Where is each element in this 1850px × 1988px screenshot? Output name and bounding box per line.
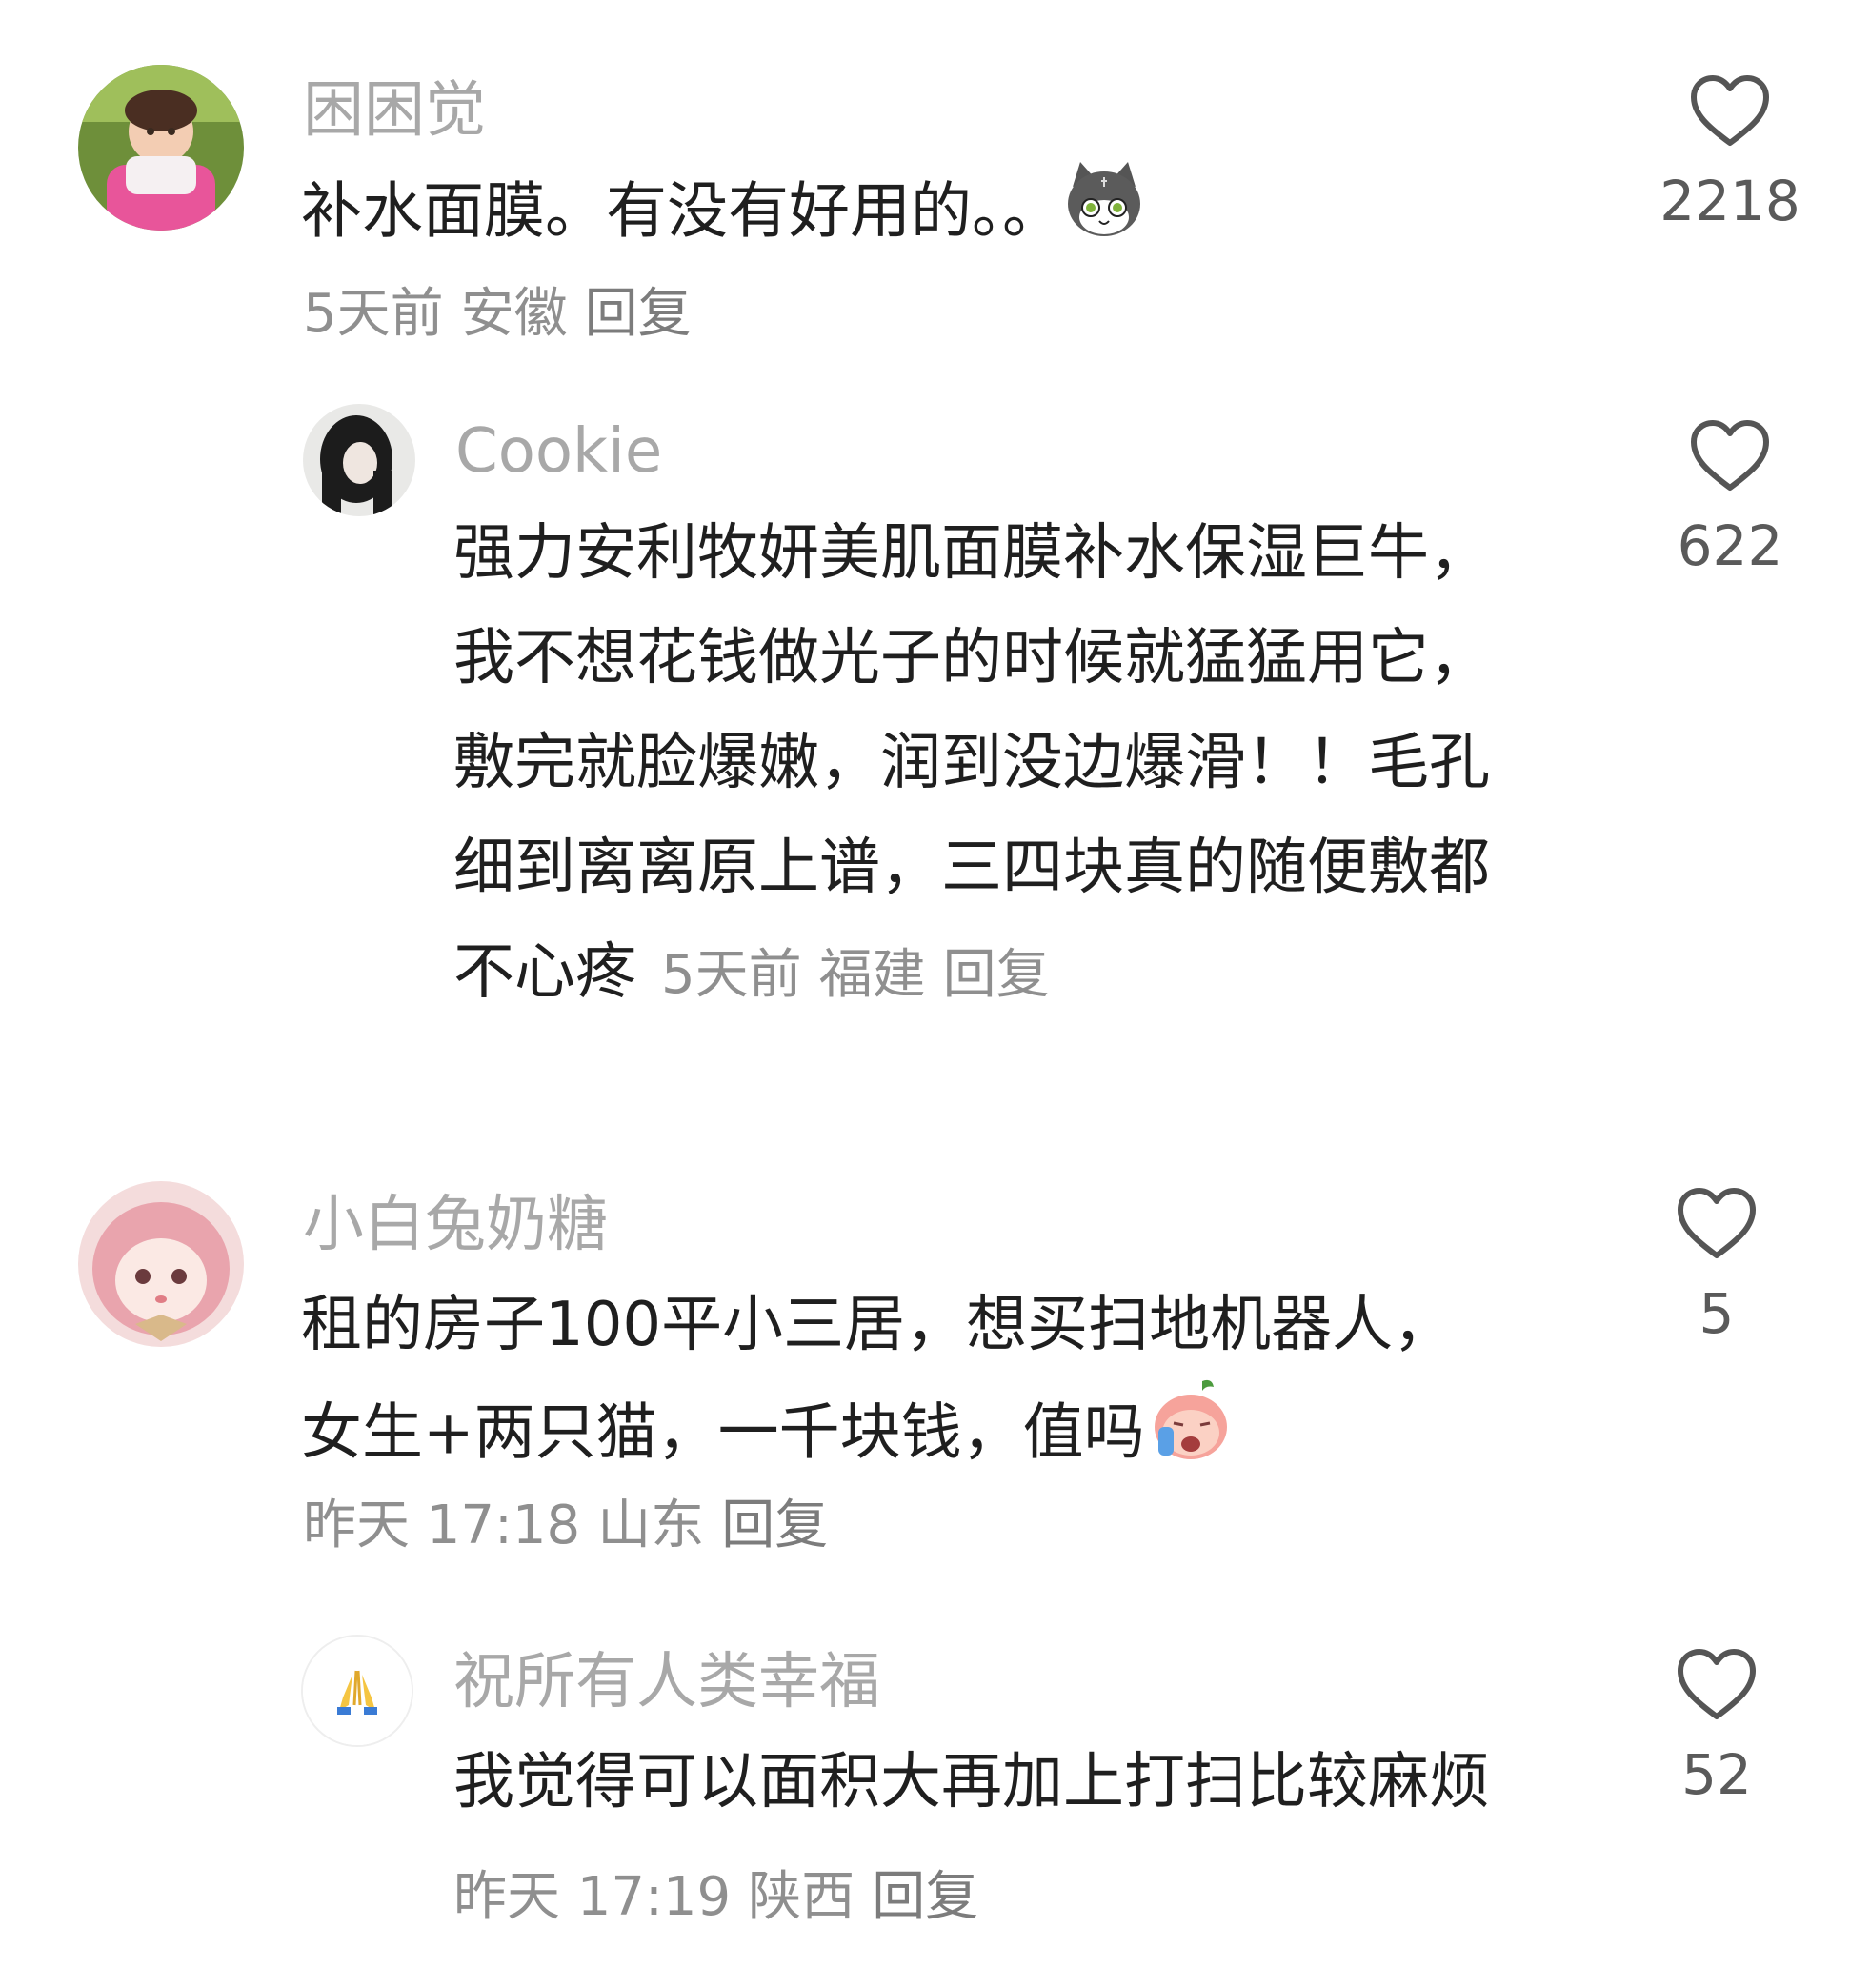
reply-time: 昨天 17:19 (453, 1866, 732, 1928)
comment-location: 山东 (597, 1495, 705, 1556)
heart-outline-icon (1691, 420, 1769, 491)
avatar[interactable] (303, 404, 415, 516)
reply-text-line: 强力安利牧妍美肌面膜补水保湿巨牛， (453, 518, 1490, 589)
comment-meta: 5天前 安徽 回复 (303, 288, 709, 341)
heart-outline-icon (1691, 75, 1769, 146)
reply-button[interactable]: 回复 (943, 944, 1050, 1006)
reply-text: 我觉得可以面积大再加上打扫比较麻烦 (453, 1747, 1490, 1817)
comment-time: 昨天 17:18 (303, 1495, 581, 1556)
like-button[interactable]: 52 (1621, 1648, 1812, 1802)
reply-button[interactable]: 回复 (585, 283, 692, 345)
like-count: 52 (1681, 1742, 1752, 1807)
comment-username[interactable]: 小白兔奶糖 (303, 1195, 608, 1255)
reply-meta: 5天前 福建 回复 (661, 944, 1067, 1006)
avatar[interactable] (78, 65, 244, 231)
reply-meta: 昨天 17:19 陕西 回复 (453, 1871, 995, 1924)
reply-button[interactable]: 回复 (721, 1495, 828, 1556)
comment-text: 补水面膜。有没有好用的。。 (301, 158, 1145, 272)
reply-username[interactable]: 祝所有人类幸福 (453, 1652, 880, 1713)
like-button[interactable]: 622 (1635, 419, 1825, 573)
reply-text-line: 敷完就脸爆嫩，润到没边爆滑！！毛孔 (453, 728, 1490, 798)
reply-time: 5天前 (661, 944, 802, 1006)
crying-emoji-icon (1145, 1377, 1231, 1496)
comment-time: 5天前 (303, 283, 444, 345)
avatar[interactable] (78, 1181, 244, 1347)
reply-text: 强力安利牧妍美肌面膜补水保湿巨牛， 我不想花钱做光子的时候就猛猛用它， 敷完就脸… (453, 501, 1597, 1028)
comment-text-line: 女生+两只猫，一千块钱，值吗 (301, 1397, 1145, 1469)
like-count: 622 (1677, 513, 1783, 578)
reply-location: 陕西 (748, 1866, 855, 1928)
cat-emoji-icon (1063, 158, 1145, 272)
comment-text-line: 租的房子100平小三居，想买扫地机器人， (301, 1290, 1455, 1360)
comment-meta: 昨天 17:18 山东 回复 (303, 1499, 845, 1553)
like-button[interactable]: 2218 (1635, 74, 1825, 229)
like-button[interactable]: 5 (1621, 1187, 1812, 1341)
comment-username[interactable]: 困困觉 (303, 80, 486, 141)
like-count: 5 (1699, 1281, 1735, 1346)
reply-button[interactable]: 回复 (872, 1866, 978, 1928)
comment-location: 安徽 (460, 283, 568, 345)
comment-text-content: 补水面膜。有没有好用的。。 (301, 176, 1063, 248)
reply-text-line: 细到离离原上谱，三四块真的随便敷都 (453, 833, 1490, 903)
avatar[interactable] (301, 1635, 413, 1747)
reply-username[interactable]: Cookie (455, 421, 662, 482)
reply-location: 福建 (818, 944, 926, 1006)
heart-outline-icon (1678, 1649, 1756, 1719)
reply-text-line: 不心疼 (453, 937, 636, 1008)
heart-outline-icon (1678, 1188, 1756, 1258)
comment-text: 租的房子100平小三居，想买扫地机器人， 女生+两只猫，一千块钱，值吗 (301, 1273, 1539, 1496)
like-count: 2218 (1659, 169, 1800, 233)
reply-text-line: 我不想花钱做光子的时候就猛猛用它， (453, 623, 1490, 693)
